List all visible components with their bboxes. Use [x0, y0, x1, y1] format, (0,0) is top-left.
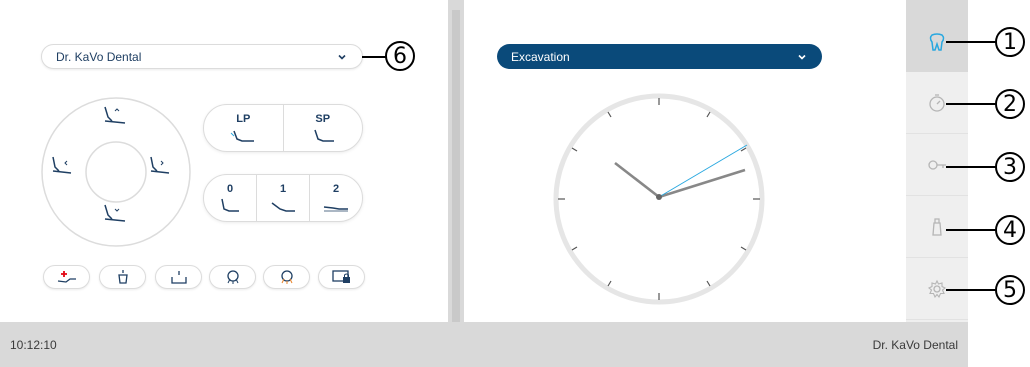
- chevron-down-icon: [338, 54, 346, 60]
- cup-icon: [117, 270, 128, 284]
- program-select[interactable]: Excavation: [497, 44, 822, 69]
- callout-2-leader: [946, 103, 996, 105]
- callout-1: 1: [995, 27, 1025, 57]
- panel-divider: [452, 10, 460, 322]
- callout-1-leader: [946, 41, 996, 43]
- spittoon-bowl-icon: [170, 271, 187, 284]
- screen-lock-icon: [331, 270, 350, 283]
- lp-sp-group: LP SP: [203, 104, 363, 152]
- chair-upright-icon: [221, 198, 239, 212]
- operating-light-icon: [226, 270, 239, 284]
- spray-bottle-icon: [932, 217, 942, 236]
- memory-0-button[interactable]: 0: [204, 175, 257, 221]
- memory-0-label: 0: [226, 182, 234, 195]
- settings-gear-icon: [927, 279, 947, 298]
- chair-flat-icon: [323, 205, 348, 211]
- composite-light-icon: [280, 270, 293, 284]
- status-user: Dr. KaVo Dental: [872, 337, 958, 352]
- clock-center: [656, 194, 662, 200]
- callout-4-leader: [946, 229, 996, 231]
- emergency-chair-icon: [57, 271, 76, 283]
- program-select-value: Excavation: [511, 49, 570, 64]
- key-icon: [928, 159, 946, 170]
- callout-2: 2: [995, 89, 1025, 119]
- callout-4: 4: [995, 215, 1025, 245]
- tooth-icon: [929, 33, 945, 51]
- spittoon-position-chair-icon: [314, 129, 334, 142]
- emergency-position-button[interactable]: [43, 265, 90, 289]
- tab-key[interactable]: [906, 134, 968, 196]
- callout-3: 3: [995, 152, 1025, 182]
- composite-light-button[interactable]: [263, 265, 310, 289]
- timer-icon: [929, 93, 945, 112]
- callout-5-leader: [946, 289, 996, 291]
- callout-6: 6: [385, 41, 415, 71]
- memory-2-label: 2: [332, 182, 340, 195]
- status-time: 10:12:10: [10, 337, 57, 352]
- user-select[interactable]: Dr. KaVo Dental: [41, 44, 363, 69]
- sp-label: SP: [315, 112, 331, 125]
- tab-hygiene[interactable]: [906, 196, 968, 258]
- screen-lock-button[interactable]: [318, 265, 365, 289]
- sp-button[interactable]: SP: [284, 105, 363, 151]
- lp-label: LP: [236, 112, 251, 125]
- user-select-value: Dr. KaVo Dental: [56, 49, 142, 64]
- callout-6-leader: [362, 56, 386, 58]
- side-tab-bar: [906, 72, 968, 322]
- callout-3-leader: [946, 166, 996, 168]
- memory-1-button[interactable]: 1: [257, 175, 310, 221]
- analog-clock: [553, 93, 765, 305]
- chair-position-pad: [41, 97, 191, 247]
- memory-2-button[interactable]: 2: [310, 175, 362, 221]
- lp-button[interactable]: LP: [204, 105, 284, 151]
- status-bar: 10:12:10 Dr. KaVo Dental: [0, 322, 968, 367]
- operating-light-button[interactable]: [209, 265, 256, 289]
- callout-5: 5: [995, 275, 1025, 305]
- bowl-rinse-button[interactable]: [155, 265, 202, 289]
- memory-position-group: 0 1 2: [203, 174, 363, 222]
- memory-1-label: 1: [279, 182, 287, 195]
- chair-reclined-icon: [271, 201, 295, 212]
- chevron-down-icon: [798, 54, 806, 60]
- cup-filler-button[interactable]: [99, 265, 146, 289]
- last-position-chair-icon: [230, 130, 255, 142]
